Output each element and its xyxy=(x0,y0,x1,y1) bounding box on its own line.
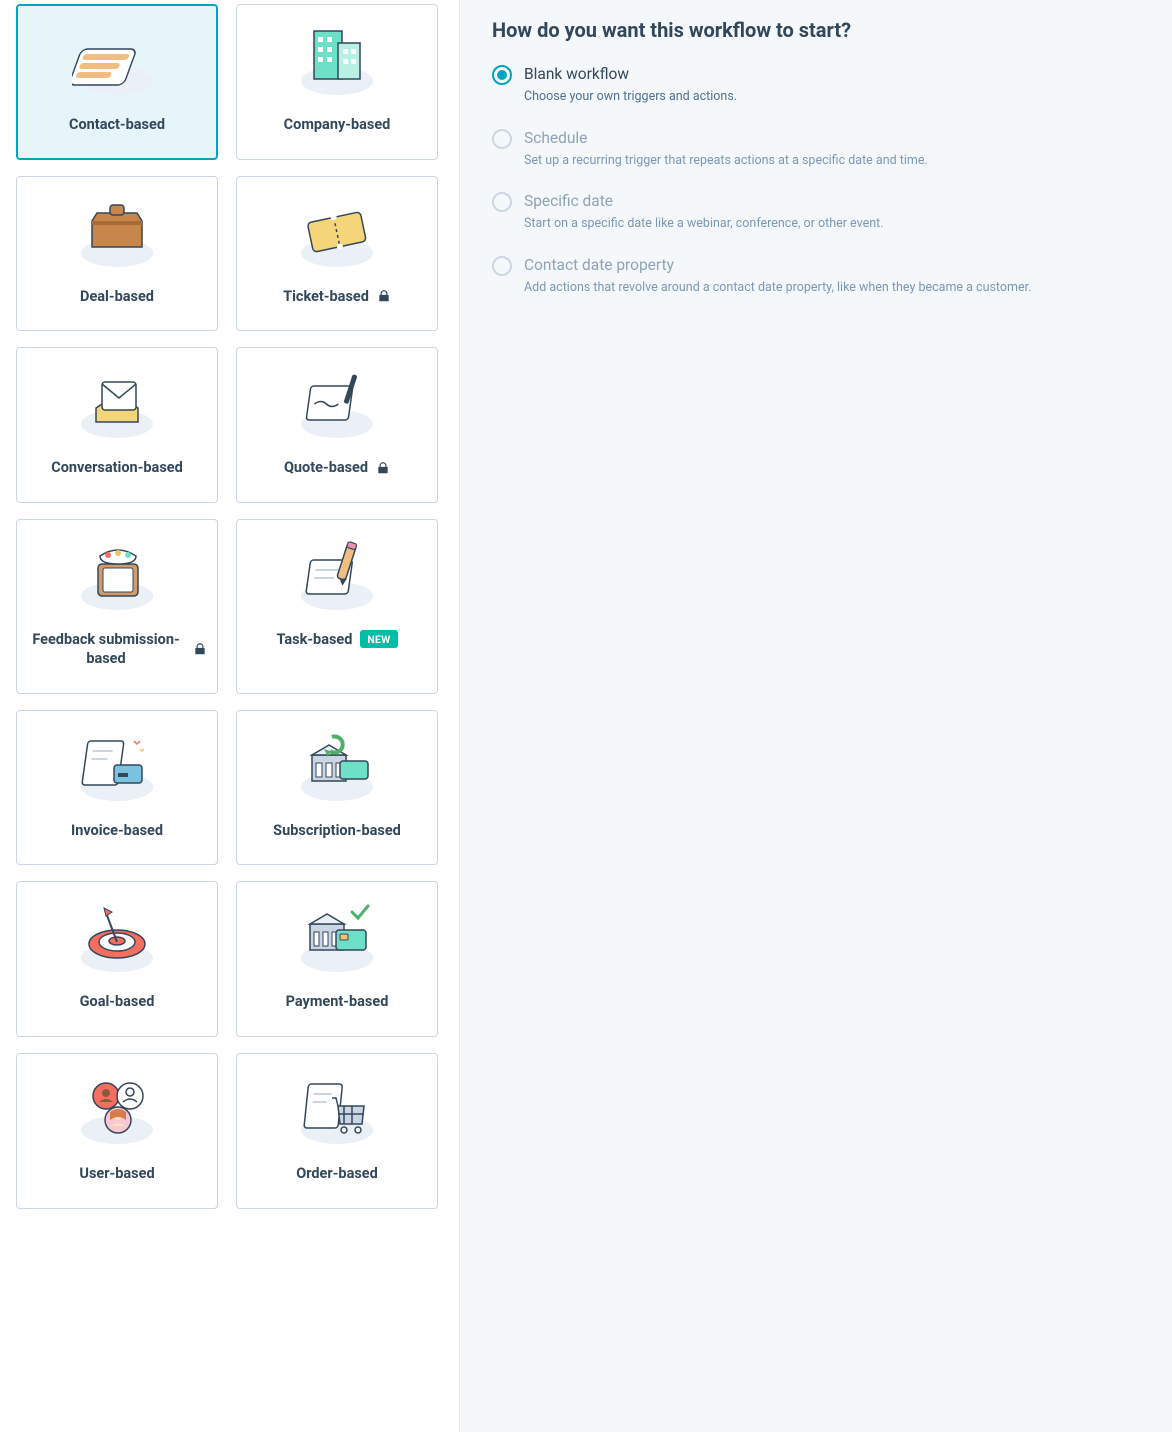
contacts-icon xyxy=(72,21,162,101)
card-label: Subscription-based xyxy=(273,821,401,841)
start-option-specific-date: Specific date Start on a specific date li… xyxy=(492,191,1146,233)
radio-icon xyxy=(492,129,512,149)
radio-icon xyxy=(492,65,512,85)
card-deal[interactable]: Deal-based xyxy=(16,176,218,332)
card-label: Feedback submission-based xyxy=(27,630,185,669)
lock-icon xyxy=(376,461,390,475)
quote-icon xyxy=(292,364,382,444)
card-label: Contact-based xyxy=(69,115,165,135)
conversation-icon xyxy=(72,364,162,444)
card-label: Conversation-based xyxy=(51,458,183,478)
option-description: Set up a recurring trigger that repeats … xyxy=(524,152,928,170)
card-payment[interactable]: Payment-based xyxy=(236,881,438,1037)
option-label: Specific date xyxy=(524,191,884,211)
goal-icon xyxy=(72,898,162,978)
card-label: Deal-based xyxy=(80,287,154,307)
workflow-type-grid: Contact-based Company-based Deal-based Tick… xyxy=(16,4,459,1209)
panel-title: How do you want this workflow to start? xyxy=(492,18,1146,42)
card-user[interactable]: User-based xyxy=(16,1053,218,1209)
new-badge: NEW xyxy=(360,630,397,648)
card-label: Ticket-based xyxy=(283,287,369,307)
card-subscription[interactable]: Subscription-based xyxy=(236,710,438,866)
card-label: Payment-based xyxy=(286,992,389,1012)
start-option-blank[interactable]: Blank workflow Choose your own triggers a… xyxy=(492,64,1146,106)
option-description: Start on a specific date like a webinar,… xyxy=(524,215,884,233)
card-conversation[interactable]: Conversation-based xyxy=(16,347,218,503)
card-quote[interactable]: Quote-based xyxy=(236,347,438,503)
user-icon xyxy=(72,1070,162,1150)
start-options-panel: How do you want this workflow to start? … xyxy=(460,0,1172,1432)
card-invoice[interactable]: Invoice-based xyxy=(16,710,218,866)
card-label: Company-based xyxy=(284,115,391,135)
option-description: Add actions that revolve around a contac… xyxy=(524,279,1031,297)
card-label: Task-based xyxy=(276,630,352,650)
start-option-schedule: Schedule Set up a recurring trigger that … xyxy=(492,128,1146,170)
ticket-icon xyxy=(292,193,382,273)
card-order[interactable]: Order-based xyxy=(236,1053,438,1209)
subscription-icon xyxy=(292,727,382,807)
card-label: Order-based xyxy=(296,1164,378,1184)
company-icon xyxy=(292,21,382,101)
card-label: Goal-based xyxy=(80,992,155,1012)
card-label: Quote-based xyxy=(284,458,368,478)
radio-icon xyxy=(492,192,512,212)
lock-icon xyxy=(193,642,207,656)
card-contact[interactable]: Contact-based xyxy=(16,4,218,160)
option-label: Schedule xyxy=(524,128,928,148)
deal-icon xyxy=(72,193,162,273)
radio-icon xyxy=(492,256,512,276)
card-label: Invoice-based xyxy=(71,821,163,841)
card-task[interactable]: Task-based NEW xyxy=(236,519,438,694)
card-label: User-based xyxy=(79,1164,154,1184)
task-icon xyxy=(292,536,382,616)
card-company[interactable]: Company-based xyxy=(236,4,438,160)
card-goal[interactable]: Goal-based xyxy=(16,881,218,1037)
option-label: Blank workflow xyxy=(524,64,737,84)
feedback-icon xyxy=(72,536,162,616)
card-ticket[interactable]: Ticket-based xyxy=(236,176,438,332)
start-option-contact-date: Contact date property Add actions that re… xyxy=(492,255,1146,297)
lock-icon xyxy=(377,289,391,303)
order-icon xyxy=(292,1070,382,1150)
invoice-icon xyxy=(72,727,162,807)
option-description: Choose your own triggers and actions. xyxy=(524,88,737,106)
option-label: Contact date property xyxy=(524,255,1031,275)
card-feedback[interactable]: Feedback submission-based xyxy=(16,519,218,694)
payment-icon xyxy=(292,898,382,978)
